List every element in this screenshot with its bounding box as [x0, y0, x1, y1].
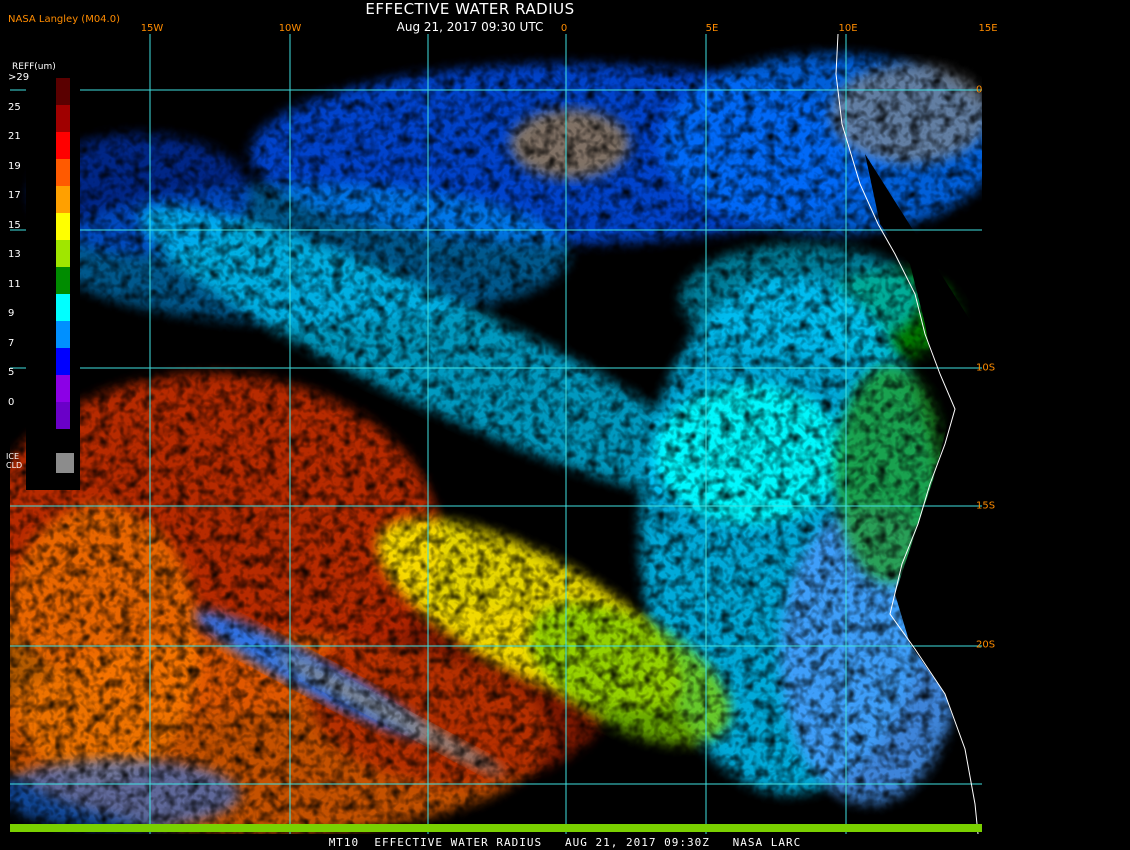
- legend-label: 21: [8, 131, 21, 142]
- color-legend: REFF(um) >29 25 21 19 17 15 13 11 9 7 5 0 ICE CLD: [6, 60, 80, 490]
- legend-swatch: [56, 186, 70, 213]
- legend-label: 19: [8, 160, 21, 172]
- legend-swatch: [56, 240, 70, 267]
- legend-label: 0: [8, 396, 15, 408]
- legend-swatch: [56, 402, 70, 429]
- legend-ice-label-line1: ICE: [6, 452, 19, 461]
- legend-swatch: [56, 375, 70, 402]
- lat-label-0: 0: [976, 84, 983, 96]
- lon-label-0: 0: [560, 23, 568, 34]
- legend-swatch: [56, 267, 70, 294]
- legend-swatch: [56, 321, 70, 348]
- legend-swatch: [56, 105, 70, 132]
- legend-title: REFF(um): [12, 62, 56, 72]
- lon-label-10e: 10E: [838, 23, 858, 34]
- legend-label: 7: [8, 337, 15, 349]
- legend-label: 17: [8, 190, 21, 201]
- cloud-field: [10, 34, 982, 834]
- satellite-map: [10, 34, 982, 834]
- legend-label: 5: [8, 367, 15, 378]
- lat-label-10s: 10S: [976, 362, 996, 374]
- bottom-strip: [10, 824, 982, 832]
- legend-label: 13: [8, 249, 21, 260]
- legend-swatch: [56, 132, 70, 159]
- legend-swatch: [56, 159, 70, 186]
- legend-ice-label: ICE CLD: [6, 452, 22, 470]
- legend-swatch: [56, 78, 70, 105]
- legend-label: >29: [8, 72, 30, 83]
- legend-swatch: [56, 294, 70, 321]
- legend-ice-label-line2: CLD: [6, 461, 23, 470]
- lat-label-15s: 15S: [976, 500, 996, 512]
- legend-swatch: [56, 348, 70, 375]
- lon-label-15e: 15E: [978, 23, 998, 34]
- lon-label-10w: 10W: [278, 23, 302, 34]
- legend-label: 25: [8, 101, 21, 113]
- legend-ice-swatch: [56, 453, 74, 473]
- legend-label: 11: [8, 278, 21, 290]
- footer-caption: MT10 EFFECTIVE WATER RADIUS AUG 21, 2017…: [328, 836, 802, 849]
- legend-label: 15: [8, 219, 21, 231]
- lon-label-15w: 15W: [140, 23, 164, 34]
- page-title: EFFECTIVE WATER RADIUS: [365, 0, 575, 18]
- credit-label: NASA Langley (M04.0): [8, 14, 120, 25]
- legend-swatch: [56, 213, 70, 240]
- lon-label-5e: 5E: [705, 23, 719, 34]
- lat-label-20s: 20S: [976, 639, 996, 651]
- legend-label: 9: [8, 308, 15, 319]
